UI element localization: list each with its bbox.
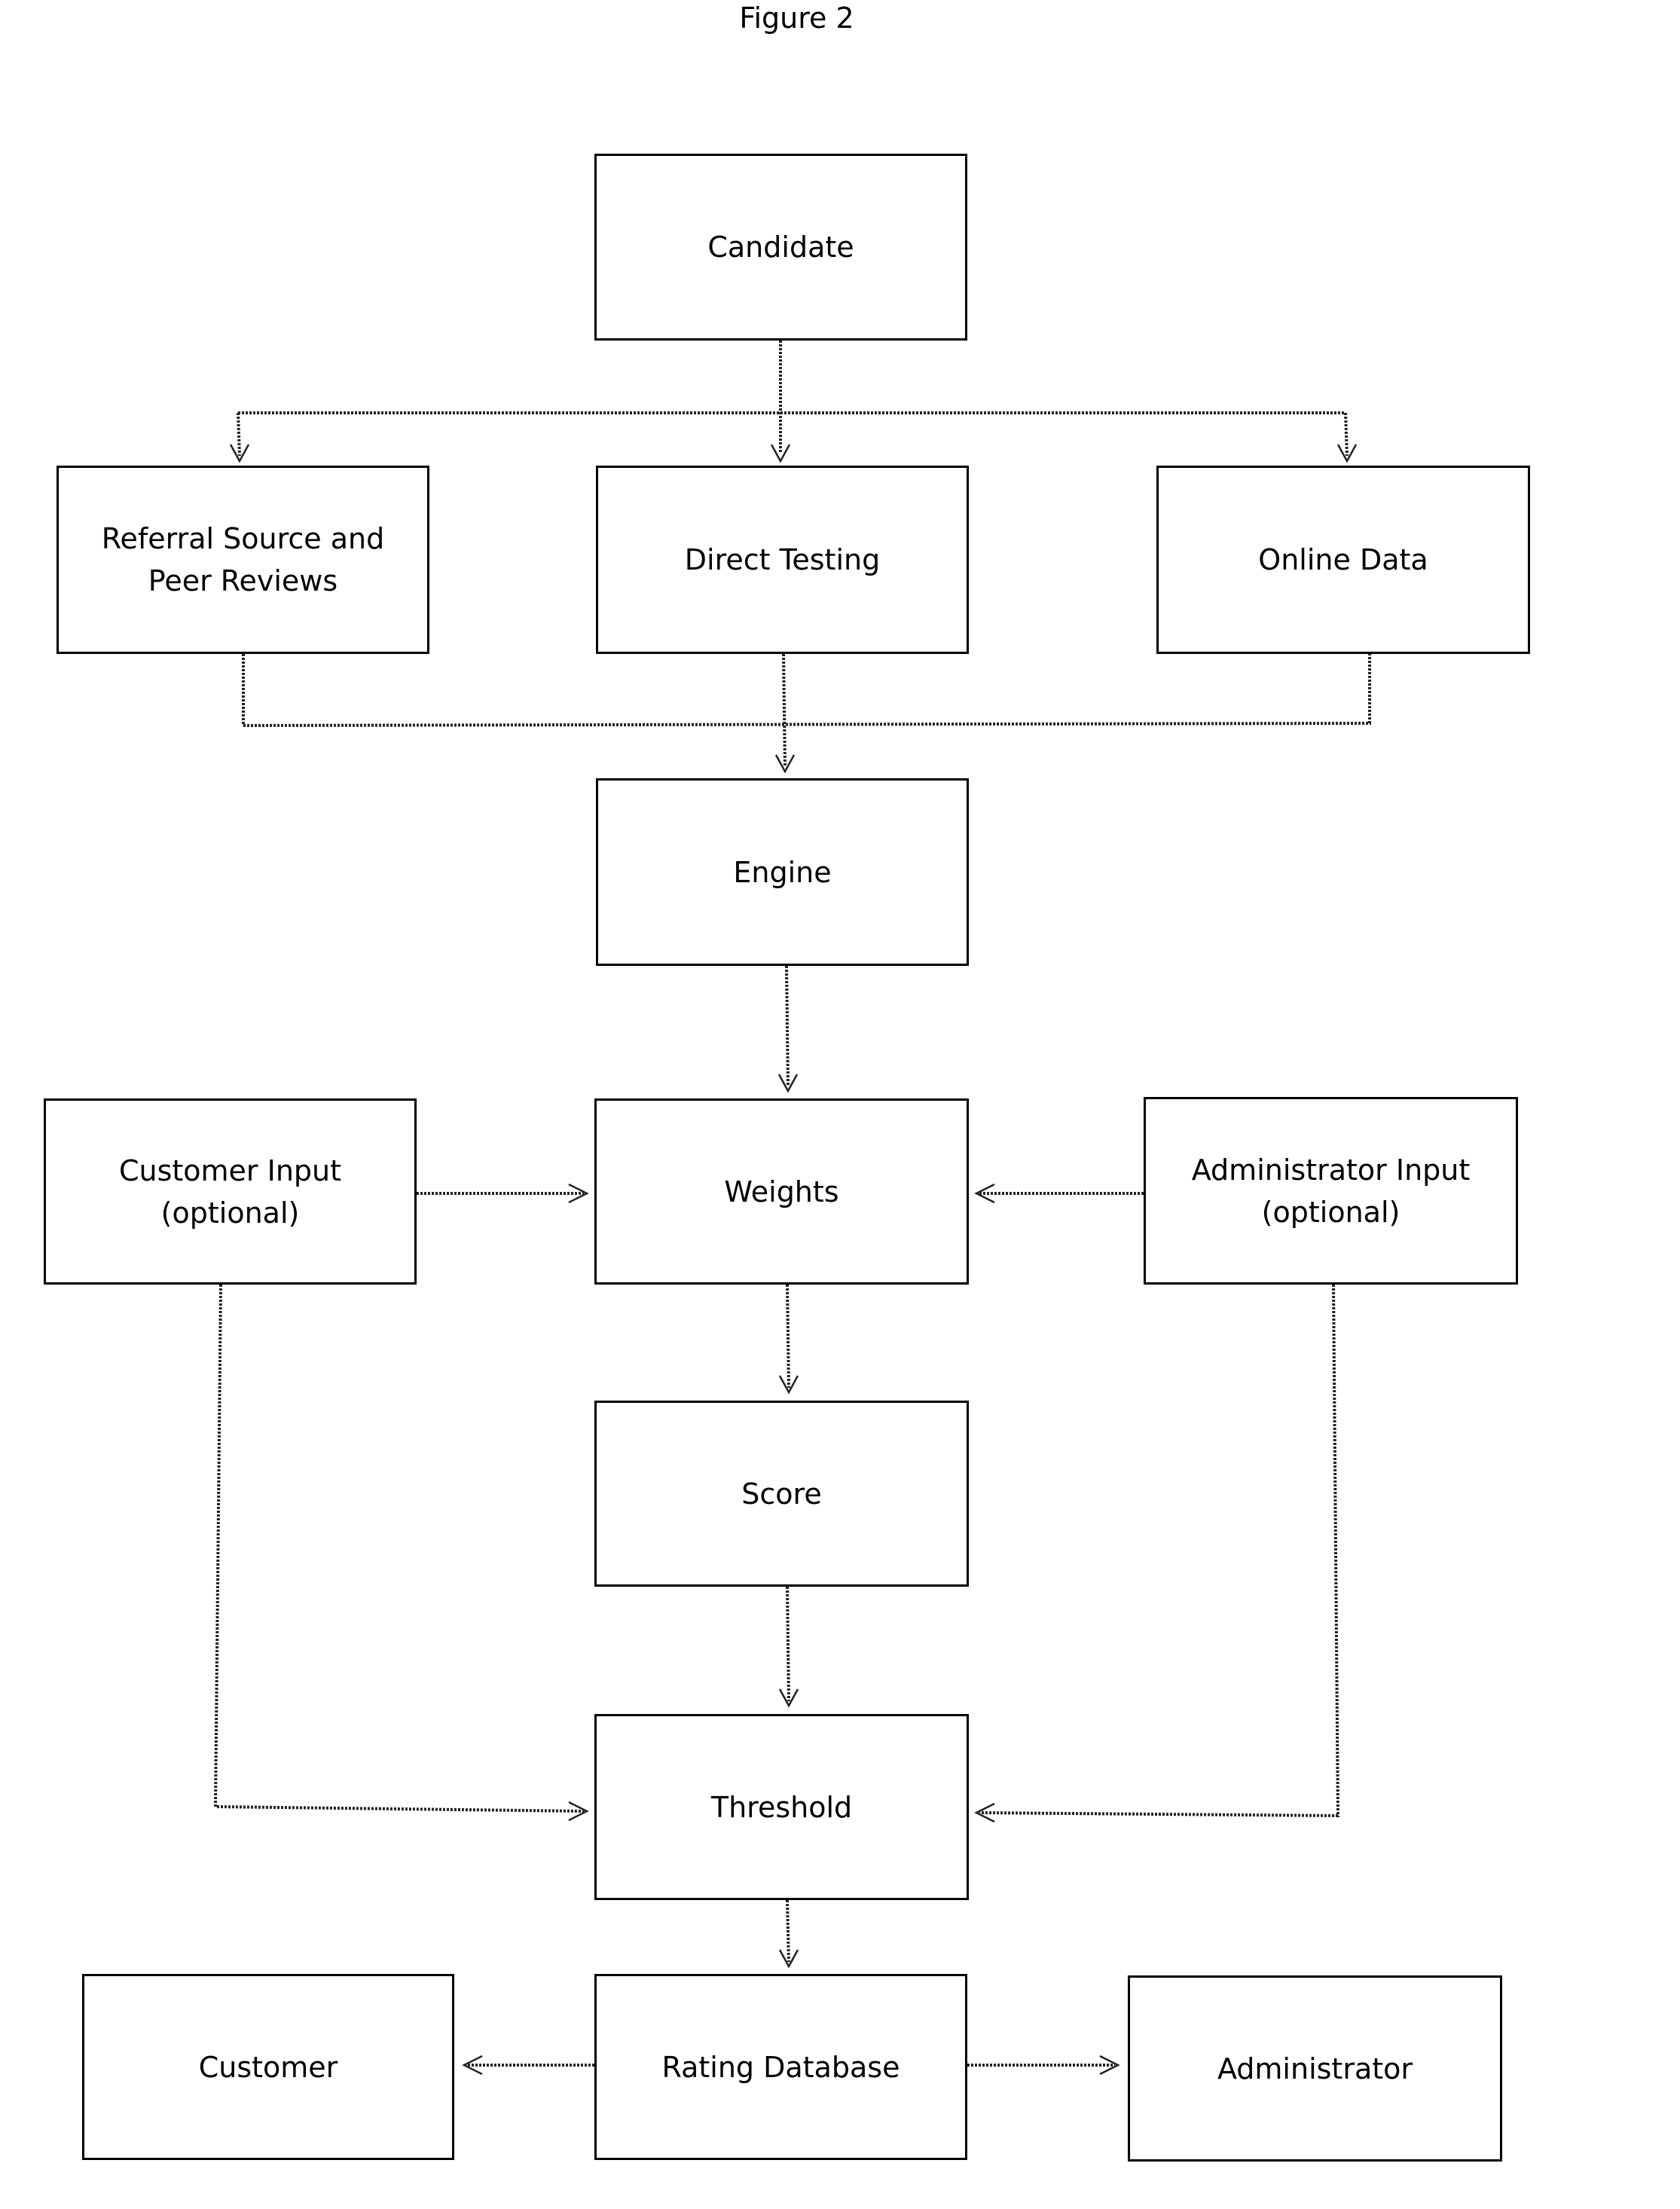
connector-engine-to-weights bbox=[785, 965, 790, 1087]
node-candidate: Candidate bbox=[594, 154, 967, 341]
node-direct-testing-label: Direct Testing bbox=[684, 543, 881, 576]
arrowhead-threshold-right bbox=[974, 1802, 995, 1823]
node-rating-database-label: Rating Database bbox=[661, 2050, 900, 2084]
node-score-label: Score bbox=[741, 1477, 822, 1511]
node-customer: Customer bbox=[82, 1974, 454, 2160]
node-administrator-label: Administrator bbox=[1217, 2052, 1413, 2085]
connector-threshold-to-rating bbox=[786, 1899, 790, 1963]
node-rating-database: Rating Database bbox=[594, 1974, 967, 2160]
node-engine-label: Engine bbox=[733, 855, 832, 889]
connector-direct-to-engine bbox=[782, 653, 787, 768]
connector-admin-input-to-threshold bbox=[979, 1284, 1340, 1818]
connector-referral-down bbox=[242, 654, 1371, 728]
node-administrator: Administrator bbox=[1128, 1975, 1502, 2162]
node-customer-label: Customer bbox=[198, 2050, 338, 2084]
connector-weights-to-score bbox=[786, 1284, 790, 1389]
node-weights: Weights bbox=[594, 1098, 969, 1285]
node-weights-label: Weights bbox=[724, 1175, 839, 1208]
node-referral-source: Referral Source and Peer Reviews bbox=[57, 466, 429, 654]
node-threshold: Threshold bbox=[594, 1714, 969, 1900]
node-engine: Engine bbox=[596, 778, 969, 966]
connector-score-to-threshold bbox=[786, 1586, 790, 1702]
node-online-data: Online Data bbox=[1156, 466, 1530, 654]
node-score: Score bbox=[594, 1401, 969, 1587]
connector-to-online bbox=[1344, 412, 1349, 457]
node-administrator-input: Administrator Input (optional) bbox=[1144, 1097, 1518, 1285]
node-candidate-label: Candidate bbox=[707, 231, 854, 264]
node-administrator-input-label: Administrator Input (optional) bbox=[1191, 1153, 1471, 1229]
node-direct-testing: Direct Testing bbox=[596, 466, 969, 654]
node-referral-source-label: Referral Source and Peer Reviews bbox=[101, 522, 385, 597]
connector-to-referral bbox=[237, 412, 241, 457]
node-online-data-label: Online Data bbox=[1258, 543, 1428, 576]
node-threshold-label: Threshold bbox=[710, 1790, 853, 1824]
node-customer-input-label: Customer Input (optional) bbox=[118, 1153, 342, 1230]
node-customer-input: Customer Input (optional) bbox=[44, 1098, 417, 1285]
connector-customer-input-to-threshold bbox=[213, 1284, 585, 1813]
